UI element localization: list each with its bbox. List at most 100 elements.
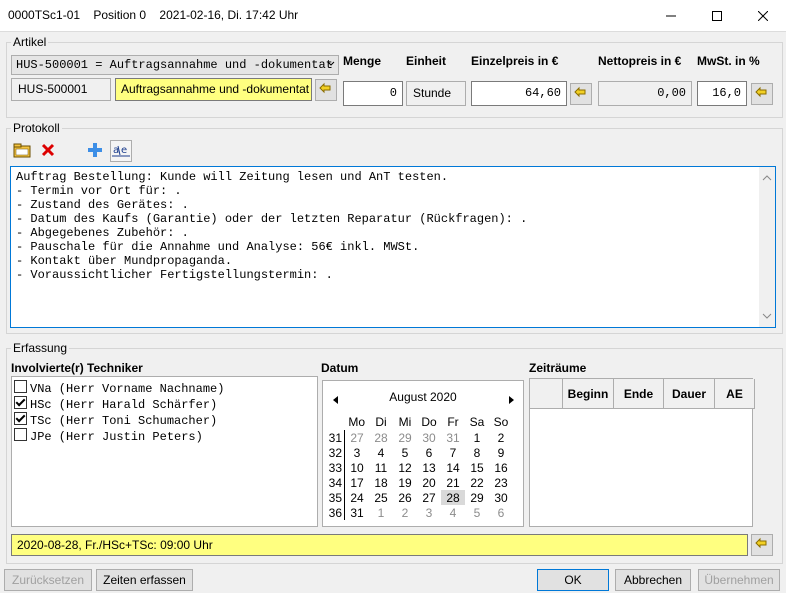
einzelpreis-reset-button[interactable] [570,83,592,105]
calendar-day[interactable]: 31 [441,430,465,445]
checkbox[interactable] [14,428,27,441]
protokoll-line: - Pauschale für die Annahme und Analyse:… [16,240,420,254]
calendar-day[interactable]: 22 [465,475,489,490]
reset-button[interactable]: Zurücksetzen [4,569,92,591]
einzelpreis-input[interactable]: 64,60 [471,81,567,106]
artikel-combobox[interactable]: HUS-500001 = Auftragsannahme und -dokume… [11,55,339,75]
open-folder-button[interactable] [11,140,33,162]
checkbox[interactable] [14,412,27,425]
nettopreis-label: Nettopreis in € [598,54,682,68]
erfassung-group-label: Erfassung [11,341,70,355]
calendar-day[interactable]: 18 [369,475,393,490]
calendar-day[interactable]: 8 [465,445,489,460]
calendar-day[interactable]: 30 [417,430,441,445]
column-header[interactable]: Dauer [664,379,715,409]
uebernehmen-button[interactable]: Übernehmen [698,569,780,591]
calendar-day[interactable]: 5 [465,505,489,520]
techniker-item[interactable]: TSc (Herr Toni Schumacher) [14,412,315,428]
calendar-day[interactable]: 25 [369,490,393,505]
spellcheck-button[interactable]: ae [110,140,132,162]
calendar[interactable]: August 2020 Mo Di Mi Do Fr Sa So 31 27 28 29 30 31 1 2… [322,380,524,527]
undo-arrow-icon [318,82,334,99]
summary-field[interactable]: 2020-08-28, Fr./HSc+TSc: 09:00 Uhr [11,534,748,556]
calendar-day[interactable]: 14 [441,460,465,475]
chevron-right-icon[interactable] [509,393,515,407]
einzelpreis-label: Einzelpreis in € [471,54,559,68]
menge-input[interactable]: 0 [343,81,403,106]
calendar-day[interactable]: 15 [465,460,489,475]
calendar-day[interactable]: 11 [369,460,393,475]
calendar-day[interactable]: 3 [345,445,370,460]
close-icon[interactable] [740,0,786,31]
calendar-day[interactable]: 20 [417,475,441,490]
calendar-day[interactable]: 30 [489,490,513,505]
calendar-day[interactable]: 2 [393,505,417,520]
protokoll-line: - Zustand des Gerätes: . [16,198,189,212]
calendar-day[interactable]: 31 [345,505,370,520]
week-number: 32 [328,445,345,460]
techniker-item[interactable]: VNa (Herr Vorname Nachname) [14,380,315,396]
artikel-reset-button[interactable] [315,79,337,101]
calendar-day[interactable]: 7 [441,445,465,460]
chevron-down-icon[interactable] [762,309,772,323]
calendar-day[interactable]: 4 [441,505,465,520]
minimize-icon[interactable] [648,0,694,31]
checkbox[interactable] [14,396,27,409]
weekday-header: So [493,415,509,429]
svg-text:e: e [121,145,127,156]
chevron-up-icon[interactable] [762,171,772,185]
calendar-day[interactable]: 17 [345,475,370,490]
calendar-day[interactable]: 1 [465,430,489,445]
calendar-day[interactable]: 26 [393,490,417,505]
column-header[interactable]: Ende [614,379,664,409]
techniker-label: HSc (Herr Harald Schärfer) [30,398,218,412]
calendar-day[interactable]: 28 [369,430,393,445]
calendar-day[interactable]: 29 [465,490,489,505]
artikel-name-field[interactable]: Auftragsannahme und -dokumentat [115,78,312,101]
calendar-day[interactable]: 6 [489,505,513,520]
calendar-day[interactable]: 16 [489,460,513,475]
calendar-day[interactable]: 24 [345,490,370,505]
weekday-header: Di [375,415,387,429]
calendar-day[interactable]: 1 [369,505,393,520]
techniker-item[interactable]: JPe (Herr Justin Peters) [14,428,315,444]
protokoll-scrollbar[interactable] [759,167,775,327]
column-header[interactable]: AE [715,379,755,409]
calendar-day[interactable]: 12 [393,460,417,475]
calendar-day[interactable]: 21 [441,475,465,490]
artikel-combobox-value: HUS-500001 = Auftragsannahme und -dokume… [16,58,333,72]
add-button[interactable] [84,140,106,162]
ok-button[interactable]: OK [537,569,609,591]
mwst-input[interactable]: 16,0 [697,81,747,106]
zeitraeume-grid[interactable]: Beginn Ende Dauer AE [529,378,755,527]
delete-button[interactable] [37,140,59,162]
techniker-item[interactable]: HSc (Herr Harald Schärfer) [14,396,315,412]
calendar-day[interactable]: 28 [441,490,465,505]
zeiten-erfassen-button[interactable]: Zeiten erfassen [96,569,193,591]
calendar-day[interactable]: 5 [393,445,417,460]
calendar-day[interactable]: 9 [489,445,513,460]
checkbox[interactable] [14,380,27,393]
mwst-value: 16,0 [712,86,741,100]
maximize-icon[interactable] [694,0,740,31]
protokoll-textarea[interactable]: Auftrag Bestellung: Kunde will Zeitung l… [10,166,776,328]
calendar-day[interactable]: 23 [489,475,513,490]
chevron-down-icon [327,59,335,73]
summary-reset-button[interactable] [751,534,773,556]
calendar-day[interactable]: 6 [417,445,441,460]
techniker-label: TSc (Herr Toni Schumacher) [30,414,218,428]
calendar-day[interactable]: 10 [345,460,370,475]
mwst-reset-button[interactable] [751,83,773,105]
calendar-day[interactable]: 13 [417,460,441,475]
calendar-day[interactable]: 27 [417,490,441,505]
calendar-day[interactable]: 3 [417,505,441,520]
calendar-day[interactable]: 27 [345,430,370,445]
calendar-day[interactable]: 4 [369,445,393,460]
abbrechen-button[interactable]: Abbrechen [615,569,691,591]
weekday-header: Mo [348,415,366,429]
column-header[interactable]: Beginn [563,379,614,409]
calendar-day[interactable]: 19 [393,475,417,490]
calendar-day[interactable]: 29 [393,430,417,445]
calendar-day[interactable]: 2 [489,430,513,445]
week-number: 33 [328,460,345,475]
